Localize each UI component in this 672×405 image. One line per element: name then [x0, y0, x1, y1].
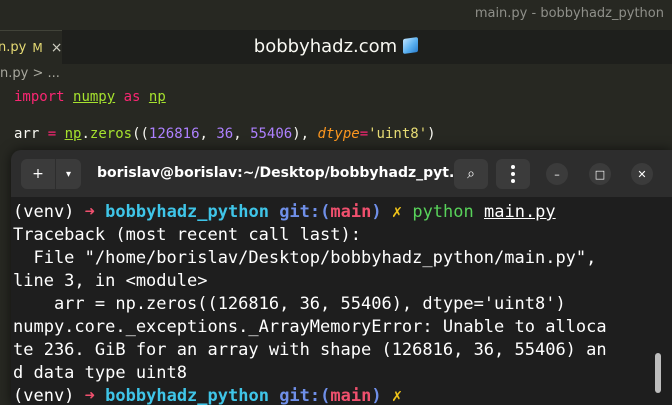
output-line: d data type uint8: [13, 363, 187, 383]
git-label: git:(: [279, 386, 331, 405]
code-line-zeros[interactable]: arr = np.zeros((126816, 36, 55406), dtyp…: [14, 126, 436, 142]
code-line-import[interactable]: import numpy as np: [14, 89, 166, 105]
operator-assign: =: [47, 126, 57, 142]
search-button[interactable]: ⌕: [454, 159, 488, 189]
keyword-as: as: [123, 89, 141, 105]
new-tab-split-button[interactable]: + ▾: [21, 159, 81, 189]
terminal-header-bar[interactable]: + ▾ borislav@borislav:~/Desktop/bobbyhad…: [11, 150, 672, 197]
maximize-button[interactable]: □: [589, 163, 611, 185]
number-literal: 126816: [148, 126, 200, 142]
prompt-line: (venv) ➜ bobbyhadz_python git:(main) ✗: [13, 385, 651, 405]
git-branch: main: [330, 202, 372, 222]
command-program: python: [412, 202, 474, 222]
output-line: line 3, in <module>: [13, 271, 208, 291]
git-label: git:(: [279, 202, 331, 222]
module-alias: np: [148, 89, 166, 105]
breadcrumb[interactable]: n.py > ...: [0, 66, 60, 84]
prompt-directory: bobbyhadz_python: [105, 386, 269, 405]
output-line: File "/home/borislav/Desktop/bobbyhadz_p…: [13, 248, 597, 268]
window-title: main.py - bobbyhadz_python: [474, 6, 664, 21]
git-branch: main: [330, 386, 372, 405]
number-literal: 55406: [250, 126, 293, 142]
string-literal: 'uint8': [368, 126, 428, 142]
kebab-menu-icon: [511, 165, 515, 183]
number-literal: 36: [216, 126, 234, 142]
object-np: np: [64, 126, 82, 142]
venv-indicator: (venv): [13, 386, 75, 405]
terminal-title: borislav@borislav:~/Desktop/bobbyhadz_py…: [97, 165, 465, 181]
prompt-directory: bobbyhadz_python: [105, 202, 269, 222]
venv-indicator: (venv): [13, 202, 75, 222]
output-line: Traceback (most recent call last):: [13, 225, 361, 245]
module-name: numpy: [73, 89, 116, 105]
param-dtype: dtype: [317, 126, 360, 142]
menu-button[interactable]: [496, 159, 530, 189]
brand-banner: bobbyhadz.com: [0, 36, 672, 57]
command-argument: main.py: [484, 202, 556, 222]
chevron-down-icon[interactable]: ▾: [56, 169, 81, 180]
close-button[interactable]: ✕: [631, 163, 653, 185]
keyword-import: import: [14, 89, 65, 105]
prompt-arrow-icon: ➜: [84, 386, 95, 405]
function-zeros: zeros: [89, 126, 133, 142]
new-tab-icon[interactable]: +: [21, 166, 55, 182]
terminal-scrollbar[interactable]: [655, 353, 661, 393]
operator-assign: =: [359, 126, 369, 142]
cube-icon: [403, 36, 419, 55]
output-line: arr = np.zeros((126816, 36, 55406), dtyp…: [13, 294, 566, 314]
terminal-window[interactable]: + ▾ borislav@borislav:~/Desktop/bobbyhad…: [11, 150, 672, 405]
terminal-output[interactable]: (venv) ➜ bobbyhadz_python git:(main) ✗ p…: [13, 201, 651, 405]
variable-arr: arr: [14, 126, 40, 142]
minimize-button[interactable]: –: [546, 163, 568, 185]
output-line: te 236. GiB for an array with shape (126…: [13, 340, 607, 360]
git-label-close: ): [371, 386, 382, 405]
git-label-close: ): [371, 202, 382, 222]
git-dirty-icon: ✗: [391, 386, 403, 405]
search-icon: ⌕: [467, 166, 475, 182]
prompt-arrow-icon: ➜: [84, 202, 95, 222]
output-line: numpy.core._exceptions._ArrayMemoryError…: [13, 317, 607, 337]
brand-text: bobbyhadz.com: [253, 36, 398, 57]
git-dirty-icon: ✗: [391, 202, 403, 222]
prompt-line: (venv) ➜ bobbyhadz_python git:(main) ✗ p…: [13, 201, 651, 224]
